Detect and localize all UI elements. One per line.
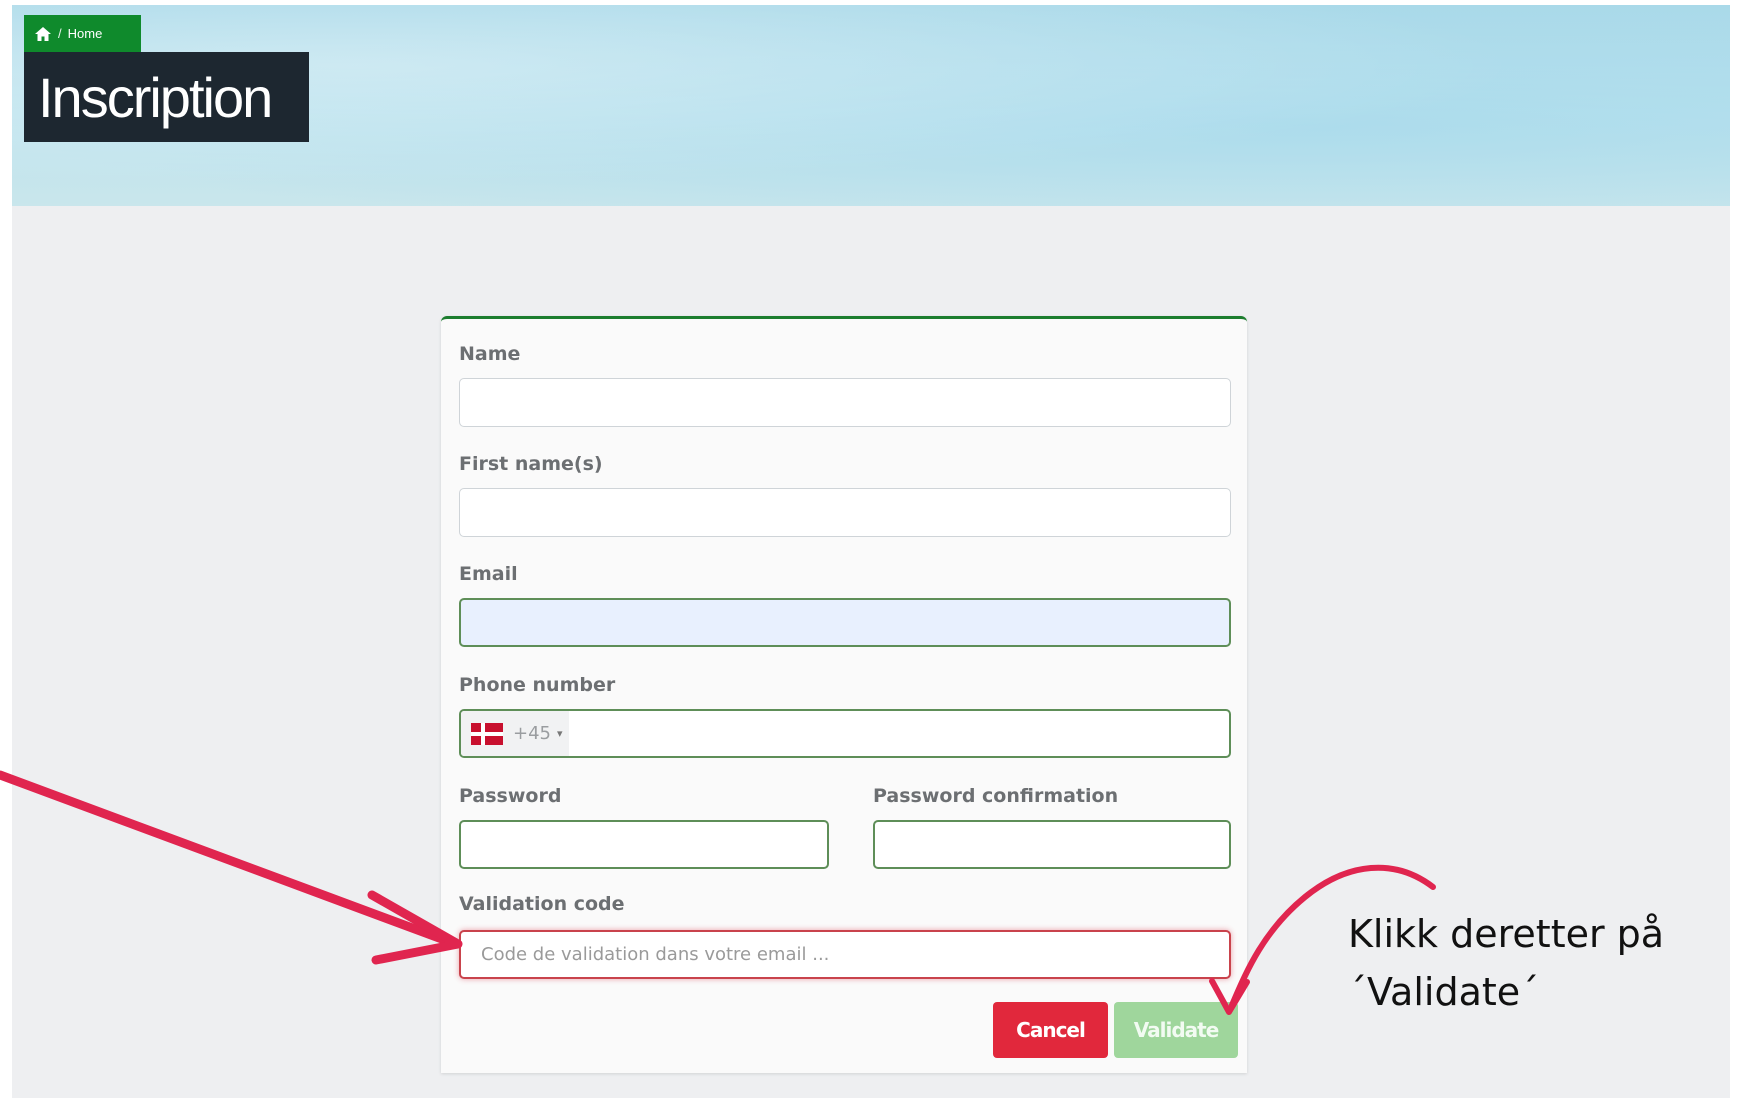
breadcrumb: / Home bbox=[24, 15, 141, 52]
cancel-button[interactable]: Cancel bbox=[993, 1002, 1108, 1058]
annotation-line-2: ´Validate´ bbox=[1348, 970, 1540, 1014]
annotation-line-1: Klikk deretter på bbox=[1348, 912, 1665, 956]
validation-code-input[interactable] bbox=[459, 930, 1231, 979]
caret-down-icon: ▾ bbox=[557, 728, 563, 740]
email-label: Email bbox=[459, 563, 518, 585]
first-name-input[interactable] bbox=[459, 488, 1231, 537]
country-code-selector[interactable]: +45 ▾ bbox=[461, 711, 569, 756]
breadcrumb-home-link[interactable]: Home bbox=[68, 26, 103, 41]
password-label: Password bbox=[459, 785, 562, 807]
country-dial-code: +45 bbox=[513, 723, 551, 744]
phone-input[interactable] bbox=[569, 711, 1229, 756]
phone-label: Phone number bbox=[459, 674, 616, 696]
name-input[interactable] bbox=[459, 378, 1231, 427]
validate-button[interactable]: Validate bbox=[1114, 1002, 1238, 1058]
password-confirmation-label: Password confirmation bbox=[873, 785, 1119, 807]
denmark-flag-icon bbox=[471, 722, 503, 745]
hero-banner: / Home Inscription bbox=[12, 5, 1730, 206]
first-name-label: First name(s) bbox=[459, 453, 603, 475]
password-confirmation-input[interactable] bbox=[873, 820, 1231, 869]
email-input[interactable] bbox=[459, 598, 1231, 647]
name-label: Name bbox=[459, 343, 521, 365]
annotation-text: Klikk deretter på ´Validate´ bbox=[1348, 905, 1664, 1021]
breadcrumb-separator: / bbox=[58, 26, 62, 41]
validation-code-label: Validation code bbox=[459, 893, 625, 915]
page-title: Inscription bbox=[24, 52, 309, 142]
phone-field: +45 ▾ bbox=[459, 709, 1231, 758]
home-icon[interactable] bbox=[34, 26, 52, 42]
password-input[interactable] bbox=[459, 820, 829, 869]
